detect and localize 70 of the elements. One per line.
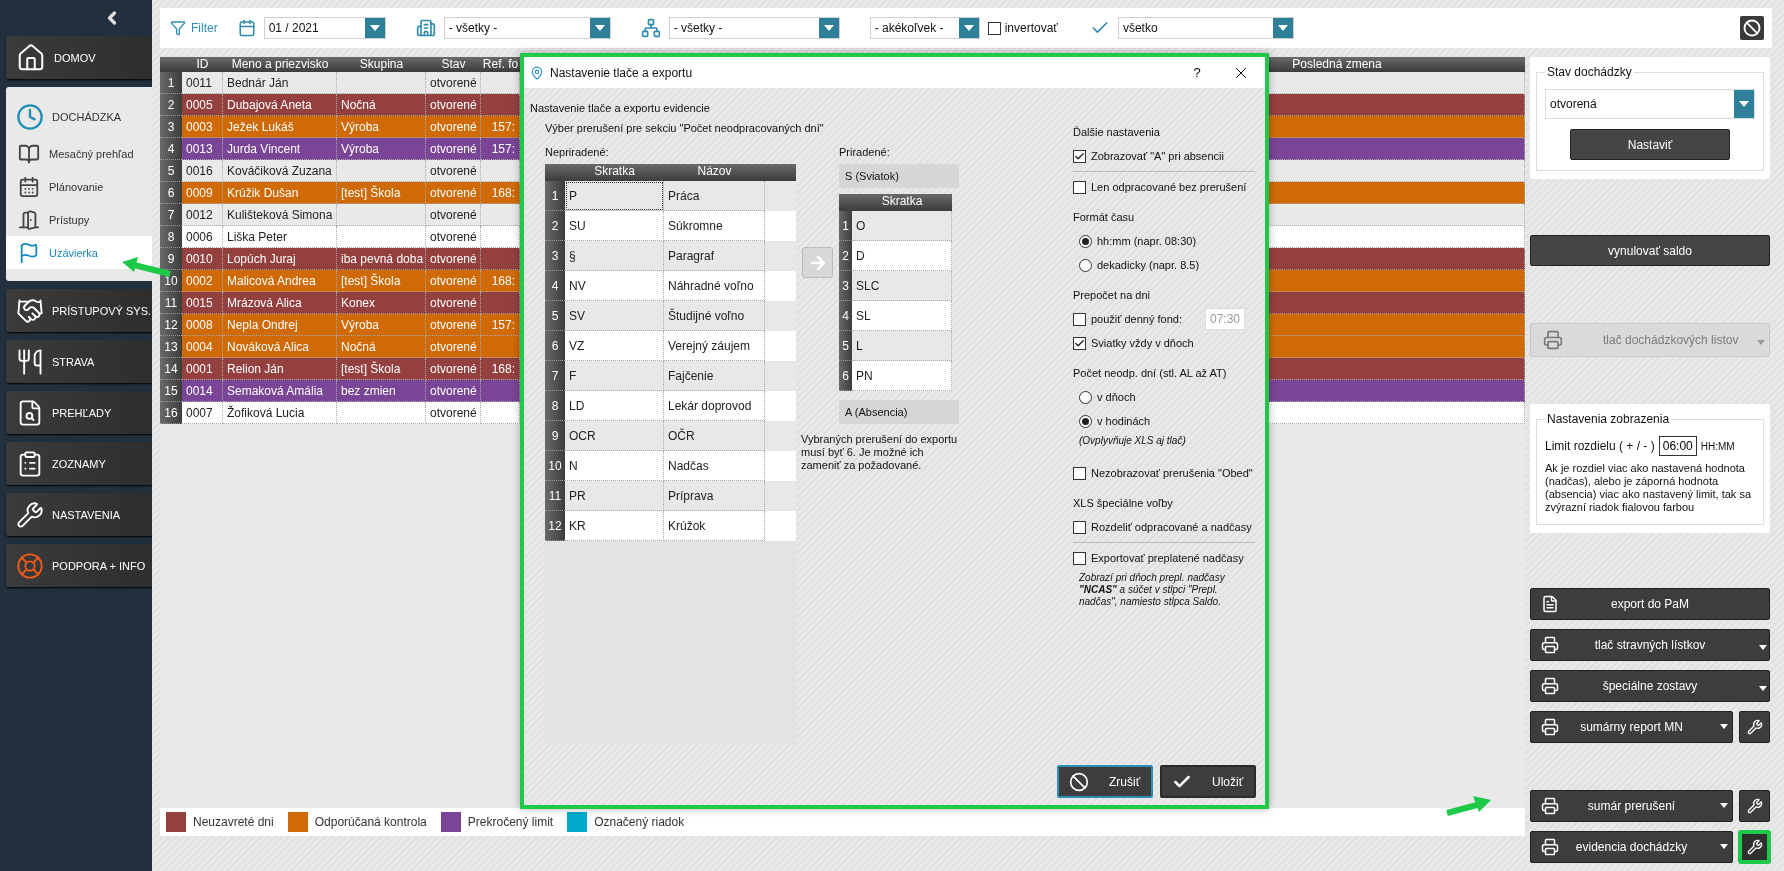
legend-label: Označený riadok — [594, 815, 685, 829]
option-label: Nezobrazovať prerušenia "Obed" — [1091, 467, 1253, 479]
limit-description: Ak je rozdiel viac ako nastavená hodnota (nadčas), alebo je záporná hodnota (absencia) viac ako nastavený limit, tak sa zvýrazní riadok fialovou farbou — [1545, 462, 1753, 514]
row-number: 14 — [160, 358, 182, 380]
option-label: Exportovať preplatené nadčasy — [1091, 552, 1244, 564]
row-number: 6 — [160, 182, 182, 204]
row-number: 4 — [839, 301, 852, 331]
option-label: dekadicky (napr. 8.5) — [1097, 259, 1200, 271]
row-number: 13 — [160, 336, 182, 358]
row-number: 11 — [160, 292, 182, 314]
invert-label: invertovať — [1004, 21, 1058, 35]
legend-label: Prekročený limit — [467, 815, 554, 829]
option-label: v hodinách — [1097, 415, 1151, 427]
option-label: Len odpracované bez prerušení — [1091, 181, 1247, 193]
option-label: Sviatky vždy v dňoch — [1091, 337, 1194, 349]
row-number: 7 — [160, 204, 182, 226]
option-label: hh:mm (napr. 08:30) — [1097, 235, 1197, 247]
row-number: 16 — [160, 402, 182, 424]
row-number: 10 — [545, 451, 565, 481]
option-heading: Ďalšie nastavenia — [1073, 125, 1161, 140]
row-number: 5 — [545, 301, 565, 331]
row-number: 4 — [545, 271, 565, 301]
row-number: 2 — [160, 94, 182, 116]
option-label: Zobrazovať "A" pri absencii — [1091, 150, 1224, 162]
fieldset-legend: Stav dochádzky — [1545, 65, 1634, 79]
option-heading: Formát času — [1073, 210, 1136, 225]
legend-label: Neuzavreté dni — [193, 815, 274, 829]
unit-label: HH:MM — [1700, 440, 1735, 452]
row-number: 6 — [545, 331, 565, 361]
row-number: 3 — [545, 241, 565, 271]
row-number: 9 — [545, 421, 565, 451]
limit-label: Limit rozdielu ( + / - ) — [1545, 439, 1655, 453]
row-number: 1 — [160, 72, 182, 94]
row-number: 5 — [160, 160, 182, 182]
row-number: 12 — [545, 511, 565, 541]
row-number: 6 — [839, 361, 852, 391]
option-note: Zobrazí pri dňoch prepl. nadčasy "NCAS" a súčet v stĺpci "Prepl. nadčas", namiesto stĺpca Saldo. — [1079, 572, 1226, 608]
list-label: Priradené: — [839, 146, 891, 158]
code-cell: KR — [565, 511, 664, 541]
row-number: 5 — [839, 331, 852, 361]
assignment-note: Vybraných prerušení do exportu musí byť 6. Je možné ich zameniť za požadované. — [801, 433, 959, 472]
option-label: Rozdeliť odpracované a nadčasy — [1091, 521, 1252, 533]
option-note: (Ovplyvňuje XLS aj tlač) — [1079, 435, 1187, 447]
section-title: Výber prerušení pre sekciu "Počet neodpracovaných dní" — [545, 122, 825, 134]
row-number: 11 — [545, 481, 565, 511]
row-number: 3 — [839, 271, 852, 301]
list-label: Nepriradené: — [545, 146, 610, 158]
code-cell: PN — [852, 361, 952, 391]
row-number: 2 — [545, 211, 565, 241]
legend-label: Odporúčaná kontrola — [314, 815, 427, 829]
row-number: 4 — [160, 138, 182, 160]
row-number: 7 — [545, 361, 565, 391]
row-number: 2 — [839, 241, 852, 271]
row-number: 8 — [545, 391, 565, 421]
option-label: v dňoch — [1097, 391, 1136, 403]
option-heading: Počet neodp. dní (stl. AL až AT) — [1073, 366, 1228, 381]
row-number: 1 — [545, 181, 565, 211]
row-number: 12 — [160, 314, 182, 336]
row-number: 8 — [160, 226, 182, 248]
row-number: 9 — [160, 248, 182, 270]
option-label: použiť denný fond: — [1091, 313, 1182, 325]
dialog-heading: Nastavenie tlače a exportu evidencie — [530, 102, 711, 114]
row-number: 15 — [160, 380, 182, 402]
option-heading: XLS špeciálne voľby — [1073, 496, 1174, 511]
option-heading: Prepočet na dni — [1073, 288, 1152, 303]
dialog-title: Nastavenie tlače a exportu — [550, 65, 694, 80]
row-number: 1 — [839, 211, 852, 241]
row-number: 3 — [160, 116, 182, 138]
name-cell: Krúžok — [664, 511, 765, 541]
fieldset-legend: Nastavenia zobrazenia — [1545, 412, 1672, 426]
